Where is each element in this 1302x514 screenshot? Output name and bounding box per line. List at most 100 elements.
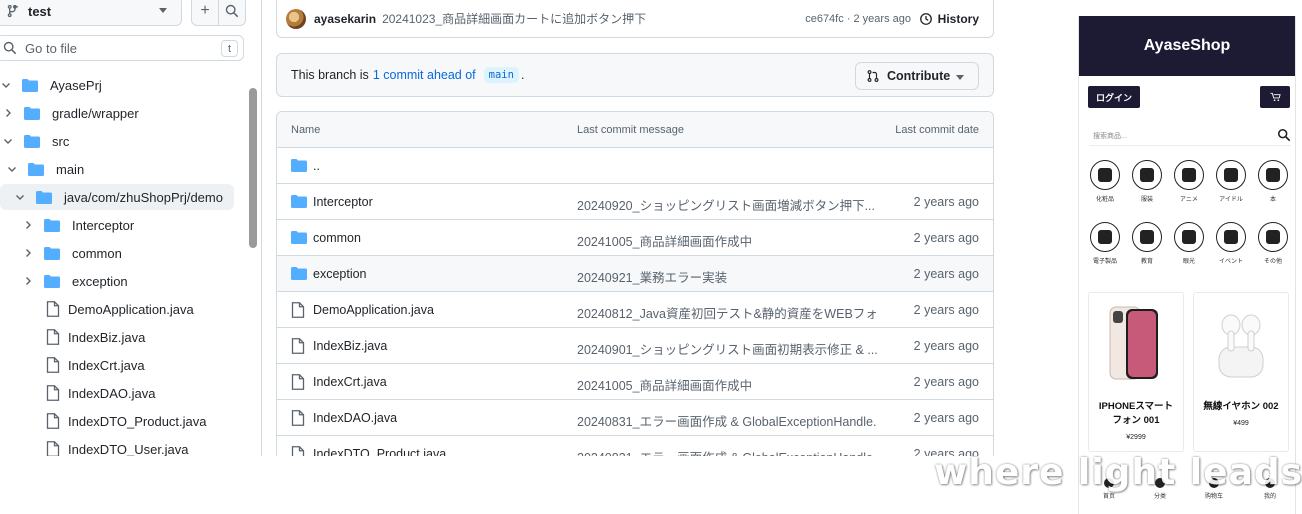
scrollbar[interactable]: [249, 88, 257, 248]
category-icon: [1132, 222, 1162, 252]
row-name[interactable]: DemoApplication.java: [313, 303, 434, 317]
commit-sha-time[interactable]: ce674fc · 2 years ago: [805, 13, 911, 25]
category-item[interactable]: アニメ: [1167, 160, 1211, 203]
tree-item-label: src: [52, 133, 70, 149]
table-row[interactable]: IndexBiz.java 20240901_ショッピングリスト画面初期表示修正 …: [277, 328, 993, 364]
files-table-header: Name Last commit message Last commit dat…: [277, 112, 993, 148]
table-row[interactable]: common 20241005_商品詳細画面作成中 2 years ago: [277, 220, 993, 256]
row-name[interactable]: IndexBiz.java: [313, 339, 387, 353]
shop-search-input[interactable]: 搜索商品...: [1089, 126, 1291, 146]
category-item[interactable]: 本: [1251, 160, 1295, 203]
chevron-down-icon: [159, 8, 167, 13]
tree-folder[interactable]: main: [0, 156, 250, 182]
folder-icon: [44, 274, 60, 288]
category-item[interactable]: アイドル: [1209, 160, 1253, 203]
row-commit-message[interactable]: 20241005_商品詳細画面作成中: [577, 375, 877, 394]
avatar[interactable]: [286, 8, 306, 29]
category-icon: [1090, 160, 1120, 190]
contribute-label: Contribute: [887, 69, 951, 83]
file-icon: [46, 385, 60, 401]
search-icon[interactable]: [1277, 128, 1291, 142]
tree-file[interactable]: IndexDTO_Product.java: [0, 408, 250, 434]
branch-status-prefix: This branch is: [291, 68, 369, 82]
table-row[interactable]: IndexDAO.java 20240831_エラー画面作成 & GlobalEx…: [277, 400, 993, 436]
row-commit-message[interactable]: 20240831_エラー画面作成 & GlobalExceptionHandle…: [577, 411, 877, 430]
folder-icon: [291, 267, 307, 280]
row-name[interactable]: Interceptor: [313, 195, 373, 209]
tree-file[interactable]: DemoApplication.java: [0, 296, 250, 322]
commit-author[interactable]: ayasekarin: [314, 12, 376, 26]
table-row[interactable]: exception 20240921_業務エラー実装 2 years ago: [277, 256, 993, 292]
cart-button[interactable]: [1260, 86, 1290, 108]
category-item[interactable]: 電子製品: [1083, 222, 1127, 265]
row-commit-date: 2 years ago: [913, 375, 979, 389]
tree-folder[interactable]: java/com/zhuShopPrj/demo: [0, 184, 234, 210]
chevron-down-icon: [8, 167, 16, 172]
tree-folder[interactable]: AyasePrj: [0, 72, 250, 98]
commits-ahead-link[interactable]: 1 commit ahead of: [373, 68, 476, 82]
row-name[interactable]: ..: [313, 159, 320, 173]
contribute-button[interactable]: Contribute: [855, 62, 979, 90]
row-commit-message[interactable]: 20240921_業務エラー実装: [577, 267, 877, 286]
files-table: Name Last commit message Last commit dat…: [276, 111, 994, 456]
row-name[interactable]: IndexDTO_Product.java: [313, 447, 446, 456]
tree-folder[interactable]: Interceptor: [0, 212, 250, 238]
tree-item-label: common: [72, 245, 122, 261]
category-item[interactable]: 教育: [1125, 222, 1169, 265]
category-item[interactable]: その他: [1251, 222, 1295, 265]
row-name[interactable]: common: [313, 231, 361, 245]
table-row[interactable]: Interceptor 20240920_ショッピングリスト画面増減ボタン押下..…: [277, 184, 993, 220]
tree-item-label: IndexDAO.java: [68, 385, 156, 401]
tree-file[interactable]: IndexBiz.java: [0, 324, 250, 350]
tree-file[interactable]: IndexCrt.java: [0, 352, 250, 378]
tree-folder[interactable]: src: [0, 128, 250, 154]
category-label: アイドル: [1219, 197, 1243, 203]
history-button[interactable]: History: [919, 12, 979, 26]
category-item[interactable]: イベント: [1209, 222, 1253, 265]
search-icon: [3, 41, 17, 55]
base-branch-link[interactable]: main: [483, 67, 519, 83]
row-name[interactable]: IndexDAO.java: [313, 411, 397, 425]
tree-file[interactable]: IndexDAO.java: [0, 380, 250, 406]
chevron-right-icon: [26, 249, 31, 257]
file-icon: [291, 302, 305, 318]
table-row[interactable]: IndexCrt.java 20241005_商品詳細画面作成中 2 years a…: [277, 364, 993, 400]
row-name[interactable]: IndexCrt.java: [313, 375, 387, 389]
product-card[interactable]: 無線イヤホン 002 ¥499: [1193, 292, 1289, 452]
tree-folder[interactable]: exception: [0, 268, 250, 294]
add-file-button[interactable]: +: [191, 0, 219, 26]
table-row[interactable]: DemoApplication.java 20240812_Java資産初回テスト…: [277, 292, 993, 328]
header-message: Last commit message: [577, 124, 684, 136]
file-icon: [46, 301, 60, 317]
login-button[interactable]: ログイン: [1088, 86, 1140, 108]
category-label: 化粧品: [1095, 197, 1114, 203]
table-row[interactable]: ..: [277, 148, 993, 184]
row-commit-message[interactable]: 20240831_エラー画面作成 & GlobalExceptionHandle…: [577, 447, 877, 456]
search-button[interactable]: [218, 0, 246, 26]
phone-product-image: [1109, 306, 1158, 380]
row-commit-message[interactable]: 20241005_商品詳細画面作成中: [577, 231, 877, 250]
shop-header: AyaseShop: [1079, 16, 1295, 76]
tree-item-label: IndexCrt.java: [68, 357, 145, 373]
row-commit-message[interactable]: 20240812_Java資産初回テスト&静的資産をWEBフォ...: [577, 303, 877, 322]
tree-folder[interactable]: common: [0, 240, 250, 266]
row-commit-message[interactable]: 20240901_ショッピングリスト画面初期表示修正 & ...: [577, 339, 877, 358]
product-card[interactable]: IPHONEスマートフォン 001 ¥2999: [1088, 292, 1184, 452]
file-icon: [291, 446, 305, 456]
commit-message[interactable]: 20241023_商品詳細画面カートに追加ボタン押下: [382, 10, 646, 27]
branch-selector[interactable]: test: [0, 0, 182, 26]
category-item[interactable]: 化粧品: [1083, 160, 1127, 203]
category-item[interactable]: 眼光: [1167, 222, 1211, 265]
category-icon: [1174, 160, 1204, 190]
table-row[interactable]: IndexDTO_Product.java 20240831_エラー画面作成 & …: [277, 436, 993, 456]
header-name: Name: [291, 124, 321, 136]
tree-folder[interactable]: gradle/wrapper: [0, 100, 250, 126]
row-commit-date: 2 years ago: [913, 339, 979, 353]
row-commit-message[interactable]: 20240920_ショッピングリスト画面増減ボタン押下...: [577, 195, 877, 214]
category-item[interactable]: 服装: [1125, 160, 1169, 203]
tree-item-label: gradle/wrapper: [52, 105, 139, 121]
chevron-down-icon: [4, 139, 12, 144]
tree-file[interactable]: IndexDTO_User.java: [0, 436, 250, 456]
row-name[interactable]: exception: [313, 267, 367, 281]
go-to-file-input[interactable]: Go to file t: [0, 35, 244, 61]
